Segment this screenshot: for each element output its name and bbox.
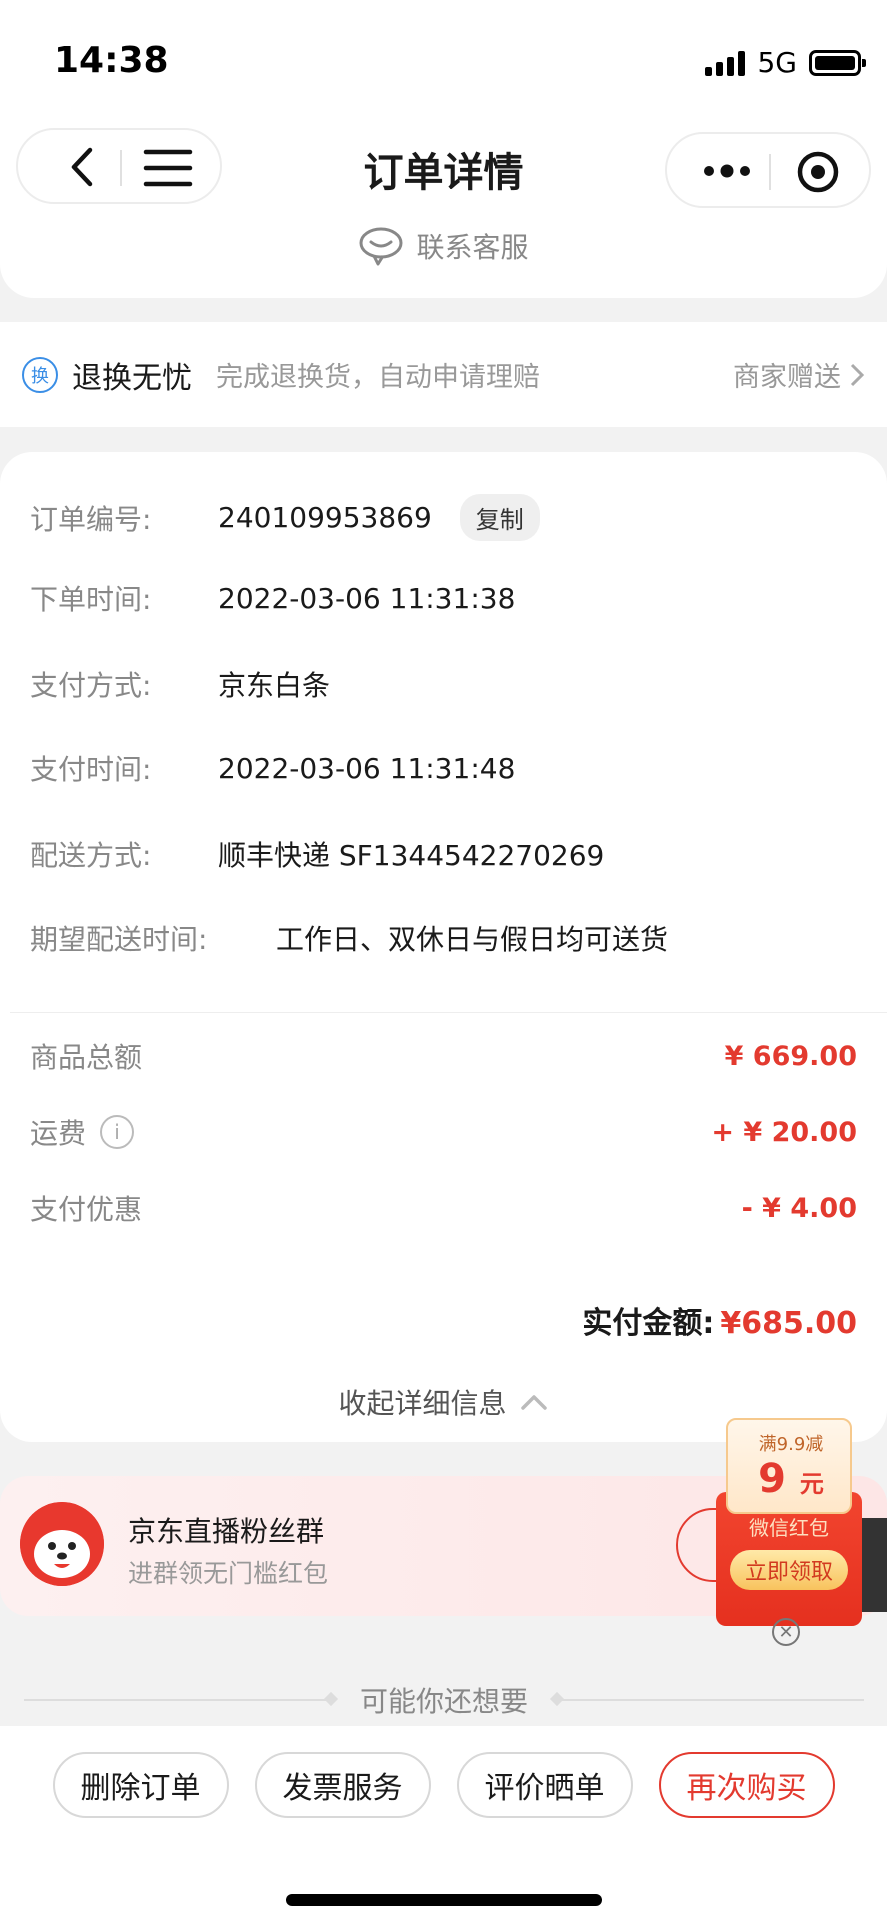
return-guarantee-card[interactable]: 换 退换无忧 完成退换货，自动申请理赔 商家赠送	[0, 322, 887, 427]
row-value: 工作日、双休日与假日均可送货	[276, 923, 669, 956]
total-value: ¥685.00	[720, 1306, 857, 1341]
more-icon[interactable]	[697, 146, 757, 196]
row-label: 支付时间:	[30, 753, 152, 786]
red-packet-label: 微信红包	[749, 1516, 829, 1540]
divider	[10, 1012, 887, 1013]
network-type: 5G	[757, 46, 797, 79]
delivery-method-row: 配送方式: 顺丰快递 SF1344542270269	[30, 834, 604, 874]
discount-row: 支付优惠 - ¥ 4.00	[30, 1188, 857, 1228]
status-indicators: 5G	[705, 46, 866, 79]
status-bar: 14:38 5G	[0, 0, 887, 120]
shipping-fee-row: 运费 i + ¥ 20.00	[30, 1112, 857, 1152]
total-label: 实付金额:	[582, 1306, 715, 1341]
chevron-right-icon	[850, 363, 865, 386]
row-value: 2022-03-06 11:31:48	[218, 751, 516, 785]
return-right: 商家赠送	[733, 355, 865, 394]
row-value: 京东白条	[218, 669, 331, 702]
chat-bubble-icon	[359, 227, 403, 266]
row-value: 2022-03-06 11:31:38	[218, 581, 516, 615]
close-miniprogram-icon[interactable]	[795, 149, 841, 195]
delete-order-button[interactable]: 删除订单	[52, 1752, 229, 1818]
price-label: 商品总额	[30, 1041, 143, 1074]
row-label: 支付方式:	[30, 669, 152, 702]
row-label: 期望配送时间:	[30, 923, 208, 956]
recommendation-divider: 可能你还想要	[24, 1680, 865, 1720]
exchange-icon: 换	[22, 356, 58, 393]
coupon-amount-unit: 元	[799, 1470, 824, 1498]
recommendation-label: 可能你还想要	[360, 1685, 529, 1718]
coupon-amount: 9 元	[728, 1456, 854, 1502]
row-label: 下单时间:	[30, 583, 152, 616]
price-label: 运费	[30, 1117, 87, 1150]
divider-line	[24, 1699, 332, 1701]
payment-time-row: 支付时间: 2022-03-06 11:31:48	[30, 748, 515, 788]
order-number-row: 订单编号: 240109953869 复制	[30, 494, 540, 541]
expected-delivery-row: 期望配送时间: 工作日、双休日与假日均可送货	[30, 918, 668, 958]
divider-line	[556, 1699, 865, 1701]
goods-total-row: 商品总额 ¥ 669.00	[30, 1036, 857, 1076]
return-right-label: 商家赠送	[733, 362, 841, 393]
claim-now-button[interactable]: 立即领取	[730, 1550, 848, 1590]
price-value: ¥ 669.00	[724, 1040, 857, 1072]
red-packet-widget[interactable]: 满9.9减 9 元 微信红包 立即领取	[700, 1410, 880, 1640]
row-value: 240109953869	[218, 501, 432, 534]
return-title: 退换无忧	[72, 360, 192, 396]
collapse-label: 收起详细信息	[338, 1387, 507, 1420]
price-value: + ¥ 20.00	[711, 1116, 857, 1148]
live-group-title: 京东直播粉丝群	[128, 1515, 325, 1548]
action-buttons: 删除订单 发票服务 评价晒单 再次购买	[0, 1752, 887, 1818]
signal-icon	[705, 50, 746, 76]
row-label: 配送方式:	[30, 839, 152, 872]
battery-icon	[809, 49, 866, 76]
order-time-row: 下单时间: 2022-03-06 11:31:38	[30, 578, 515, 618]
status-time: 14:38	[54, 40, 169, 81]
row-value: 顺丰快递 SF1344542270269	[218, 839, 605, 872]
copy-button[interactable]: 复制	[459, 494, 540, 541]
close-icon[interactable]: ✕	[772, 1618, 800, 1646]
info-icon[interactable]: i	[100, 1115, 135, 1149]
coupon-amount-number: 9	[758, 1456, 786, 1502]
contact-service-label: 联系客服	[416, 231, 529, 264]
coupon-card: 满9.9减 9 元	[726, 1418, 852, 1514]
header: 订单详情 联系客服	[0, 120, 887, 298]
nav-capsule-right	[665, 132, 871, 208]
home-indicator[interactable]	[286, 1894, 602, 1906]
bottom-action-bar: 删除订单 发票服务 评价晒单 再次购买	[0, 1726, 887, 1920]
row-label: 订单编号:	[30, 502, 152, 536]
coupon-condition: 满9.9减	[758, 1434, 824, 1455]
chevron-up-icon	[520, 1395, 547, 1410]
order-detail-card: 订单编号: 240109953869 复制 下单时间: 2022-03-06 1…	[0, 452, 887, 1442]
return-desc: 完成退换货，自动申请理赔	[216, 362, 540, 393]
payment-method-row: 支付方式: 京东白条	[30, 664, 330, 704]
total-row: 实付金额: ¥685.00	[582, 1298, 857, 1342]
price-label: 支付优惠	[30, 1193, 143, 1226]
contact-service-button[interactable]: 联系客服	[0, 226, 887, 266]
live-group-subtitle: 进群领无门槛红包	[128, 1559, 329, 1588]
price-value: - ¥ 4.00	[741, 1192, 857, 1224]
invoice-service-button[interactable]: 发票服务	[254, 1752, 431, 1818]
capsule-divider	[769, 154, 771, 190]
jd-mascot-avatar	[20, 1502, 104, 1586]
review-button[interactable]: 评价晒单	[456, 1752, 633, 1818]
buy-again-button[interactable]: 再次购买	[658, 1752, 835, 1818]
